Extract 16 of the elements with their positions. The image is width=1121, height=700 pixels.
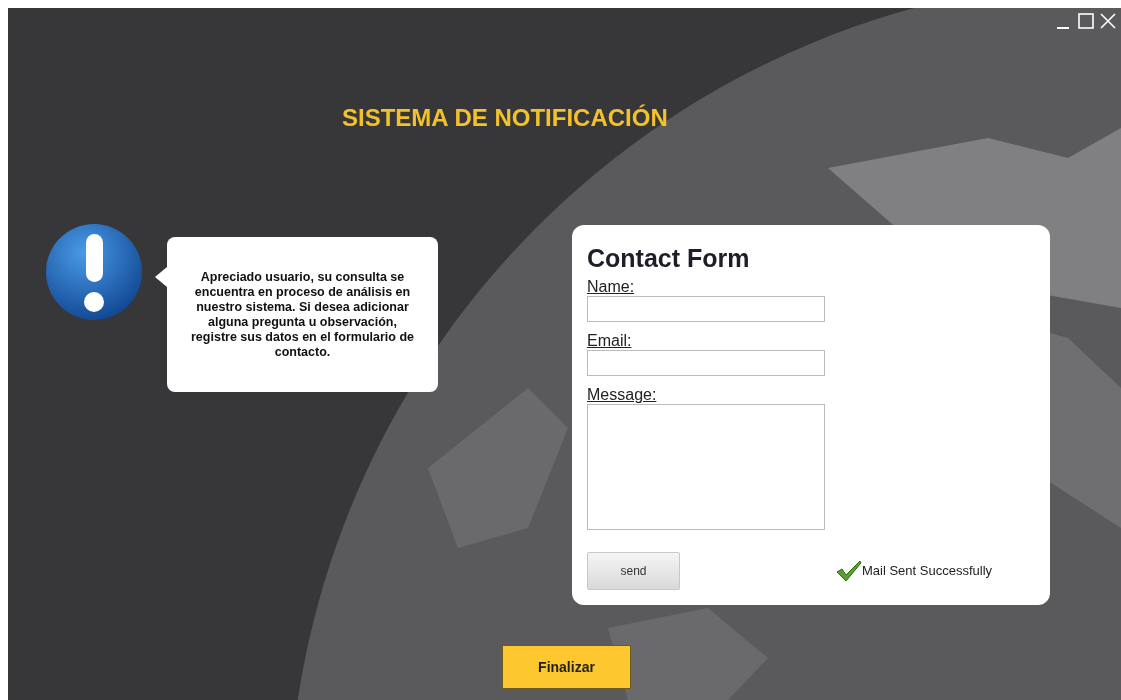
close-icon[interactable] — [1099, 12, 1117, 30]
maximize-icon[interactable] — [1077, 12, 1095, 30]
form-title: Contact Form — [587, 243, 751, 273]
status-message: Mail Sent Successfully — [862, 562, 993, 581]
send-button[interactable]: send — [587, 552, 680, 590]
field-label: Name: — [587, 277, 635, 296]
checkmark-icon — [836, 560, 862, 582]
field-label: Email: — [587, 331, 632, 350]
message-field[interactable] — [587, 404, 825, 530]
input-field[interactable] — [587, 350, 825, 376]
field-label: Message: — [587, 385, 657, 404]
page-title: SISTEMA DE NOTIFICACIÓN — [342, 104, 668, 133]
bubble-pointer — [155, 267, 167, 287]
finish-button[interactable]: Finalizar — [502, 645, 631, 689]
input-field[interactable] — [587, 296, 825, 322]
notice-message: Apreciado usuario, su consulta se encuentra en proceso de análisis en nuestro sistema. Si desea adicionar alguna pregunta u observación, registre sus datos en el formulario de contacto. — [167, 237, 438, 392]
